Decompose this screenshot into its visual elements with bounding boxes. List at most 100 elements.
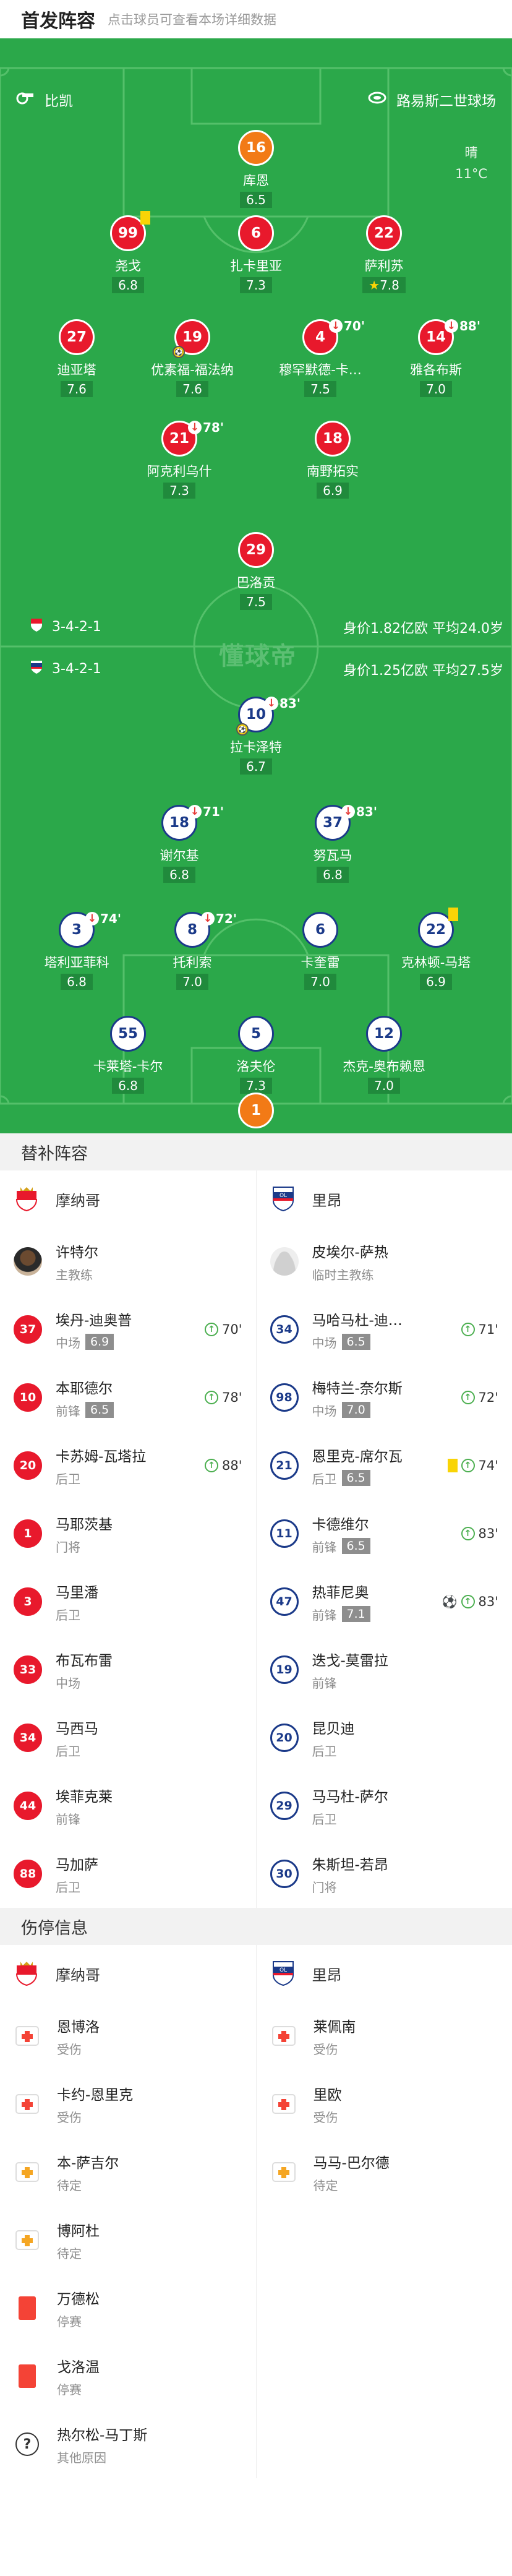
monaco-player[interactable]: 19 ⚽ 优素福-福法纳 7.6 [130, 319, 254, 397]
sub-player-row[interactable]: 30 朱斯坦-若昂 门将 [257, 1840, 512, 1908]
monaco-player[interactable]: 18 南野拓实 6.9 [271, 421, 395, 499]
lyon-player[interactable]: 55 卡莱塔-卡尔 6.8 [66, 1016, 190, 1094]
sub-player-row[interactable]: 34 马哈马杜-迪… 中场 6.5 ↑ 71' [257, 1295, 512, 1363]
player-name: 尧戈 [115, 259, 141, 273]
subs-away-team[interactable]: OL 里昂 [257, 1170, 512, 1227]
injury-row[interactable]: 戈洛温 停赛 [0, 2342, 256, 2410]
sub-player-row[interactable]: 11 卡德维尔 前锋 6.5 ↑ 83' [257, 1500, 512, 1568]
player-name: 马西马 [56, 1720, 98, 1737]
rating-value: 7.5 [246, 595, 266, 609]
injury-row[interactable]: 卡约-恩里克 受伤 [0, 2070, 256, 2138]
lyon-player[interactable]: 10 ↓ 83' ⚽ 拉卡泽特 6.7 [194, 696, 318, 775]
sub-in-minute: 78' [222, 1390, 242, 1405]
sub-player-row[interactable]: 88 马加萨 后卫 [0, 1840, 256, 1908]
monaco-player[interactable]: 29 巴洛贡 7.5 [194, 532, 318, 610]
injury-row[interactable]: 本-萨吉尔 待定 [0, 2138, 256, 2206]
sub-player-row[interactable]: 20 卡苏姆-瓦塔拉 后卫 ↑ 88' [0, 1432, 256, 1500]
sub-player-row[interactable]: 20 昆贝迪 后卫 [257, 1704, 512, 1772]
rating-value: 6.8 [323, 867, 343, 882]
sub-player-row[interactable]: 37 埃丹-迪奥普 中场 6.9 ↑ 70' [0, 1295, 256, 1363]
monaco-player[interactable]: 21 ↓ 78' 阿克利乌什 7.3 [117, 420, 241, 499]
injury-row[interactable]: ? 热尔松-马丁斯 其他原因 [0, 2410, 256, 2478]
player-name: 卡德维尔 [312, 1516, 369, 1533]
lyon-player[interactable]: 22 克林顿-马塔 6.9 [374, 908, 498, 990]
player-position: 中场 [56, 1335, 80, 1350]
player-name: 恩里克-席尔瓦 [312, 1448, 403, 1465]
lyon-player[interactable]: 18 ↓ 71' 谢尔基 6.8 [117, 804, 241, 883]
monaco-player[interactable]: 27 迪亚塔 7.6 [15, 319, 139, 397]
lyon-player[interactable]: 12 杰克-奥布赖恩 7.0 [322, 1016, 446, 1094]
player-name: 托利索 [173, 955, 212, 970]
lyon-player[interactable]: 5 洛夫伦 7.3 [194, 1016, 318, 1094]
yellow-card-icon [448, 908, 458, 921]
player-name: 恩博洛 [57, 2019, 100, 2035]
sub-out-marker: ↓ 83' [341, 804, 377, 819]
sub-player-row[interactable]: 33 布瓦布雷 中场 [0, 1636, 256, 1704]
sub-player-row[interactable]: 98 梅特兰-奈尔斯 中场 7.0 ↑ 72' [257, 1363, 512, 1432]
lyon-player[interactable]: 37 ↓ 83' 努瓦马 6.8 [271, 804, 395, 883]
shirt-number: 4 ↓ 70' [302, 319, 365, 355]
subs-home-column: 摩纳哥 许特尔 主教练 37 埃丹-迪奥普 中场 6.9 ↑ 70' 10 本耶德尔 前锋 6.5 ↑… [0, 1170, 257, 1908]
weather-condition: 晴 [464, 145, 478, 160]
injuries-home-team-name: 摩纳哥 [56, 1966, 100, 1984]
injuries-away-team[interactable]: OL 里昂 [257, 1945, 512, 2002]
sub-in: ↑ 88' [205, 1458, 242, 1473]
injury-row[interactable]: 万德松 停赛 [0, 2274, 256, 2342]
lyon-player[interactable]: 3 ↓ 74' 塔利亚菲科 6.8 [15, 911, 139, 990]
home-coach[interactable]: 许特尔 主教练 [0, 1227, 256, 1295]
shirt-number-text: 19 [182, 329, 202, 345]
player-name: 卡莱塔-卡尔 [93, 1059, 163, 1074]
player-name: 卡约-恩里克 [57, 2087, 134, 2103]
sub-player-row[interactable]: 29 马马杜-萨尔 后卫 [257, 1772, 512, 1840]
player-name: 南野拓实 [307, 464, 359, 479]
lineup-header: 首发阵容 点击球员可查看本场详细数据 [0, 0, 512, 38]
monaco-player[interactable]: 99 尧戈 6.8 [66, 211, 190, 293]
shirt-number: 19 ⚽ [173, 319, 210, 358]
sub-player-row[interactable]: 19 迭戈-莫雷拉 前锋 [257, 1636, 512, 1704]
away-coach[interactable]: 皮埃尔-萨热 临时主教练 [257, 1227, 512, 1295]
player-name: 萨利苏 [364, 259, 404, 273]
monaco-player[interactable]: 4 ↓ 70' 穆罕默德-卡… 7.5 [258, 319, 382, 397]
shirt-number: 29 [270, 1792, 299, 1820]
shirt-number: 19 [270, 1655, 299, 1684]
player-name: 雅各布斯 [410, 363, 462, 377]
injury-row[interactable]: 马马-巴尔德 待定 [257, 2138, 512, 2206]
lyon-player[interactable]: 1安东尼-洛佩斯7.3 [194, 1093, 318, 1133]
sub-out-icon: ↓ [445, 319, 458, 333]
sub-player-row[interactable]: 34 马西马 后卫 [0, 1704, 256, 1772]
sub-player-row[interactable]: 3 马里潘 后卫 [0, 1568, 256, 1636]
shirt-number: 12 [366, 1016, 402, 1052]
injury-type [14, 2295, 41, 2322]
lyon-player[interactable]: 6 卡奎雷 7.0 [258, 912, 382, 990]
sub-in: ⚽ ↑ 83' [442, 1594, 498, 1609]
player-rating: 7.6 [176, 381, 208, 397]
sub-minute: 83' [279, 696, 301, 711]
injury-reason: 其他原因 [57, 2450, 106, 2465]
sub-player-row[interactable]: 21 恩里克-席尔瓦 后卫 6.5 ↑ 74' [257, 1432, 512, 1500]
subs-home-team[interactable]: 摩纳哥 [0, 1170, 256, 1227]
injuries-home-team[interactable]: 摩纳哥 [0, 1945, 256, 2002]
injury-row[interactable]: 莱佩南 受伤 [257, 2002, 512, 2070]
player-rating: 6.8 [61, 974, 93, 990]
player-name: 卡苏姆-瓦塔拉 [56, 1448, 147, 1465]
sub-player-row[interactable]: 44 埃菲克莱 前锋 [0, 1772, 256, 1840]
sub-minute: 78' [203, 420, 224, 435]
monaco-player[interactable]: 22 萨利苏 ★7.8 [322, 215, 446, 293]
lyon-player[interactable]: 8 ↓ 72' 托利索 7.0 [130, 911, 254, 990]
page-title: 首发阵容 [21, 11, 95, 32]
injury-row[interactable]: 博阿杜 待定 [0, 2206, 256, 2274]
sub-in: ↑ 83' [461, 1526, 498, 1541]
sub-player-row[interactable]: 1 马耶茨基 门将 [0, 1500, 256, 1568]
monaco-logo-icon [14, 1185, 40, 1213]
sub-player-row[interactable]: 47 热菲尼奥 前锋 7.1 ⚽ ↑ 83' [257, 1568, 512, 1636]
player-name: 本耶德尔 [56, 1380, 113, 1397]
monaco-player[interactable]: 14 ↓ 88' 雅各布斯 7.0 [374, 319, 498, 397]
sub-player-row[interactable]: 10 本耶德尔 前锋 6.5 ↑ 78' [0, 1363, 256, 1432]
player-rating: 7.3 [240, 1078, 272, 1094]
player-rating: 7.5 [240, 594, 272, 610]
monaco-player[interactable]: 16 库恩 6.5 [194, 130, 318, 208]
monaco-player[interactable]: 6 扎卡里亚 7.3 [194, 215, 318, 293]
injury-row[interactable]: 恩博洛 受伤 [0, 2002, 256, 2070]
injury-row[interactable]: 里欧 受伤 [257, 2070, 512, 2138]
player-name: 谢尔基 [160, 848, 199, 863]
